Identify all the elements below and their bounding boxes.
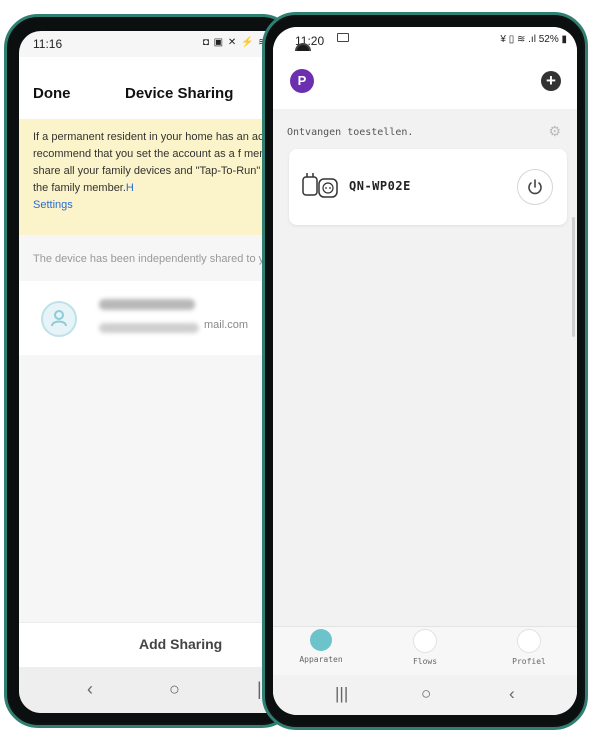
profile-person-icon: [517, 629, 541, 653]
tab-label: Flows: [412, 657, 438, 666]
member-email-suffix: mail.com: [204, 319, 249, 331]
tab-flows[interactable]: Flows: [385, 629, 465, 666]
settings-link[interactable]: Settings: [33, 199, 73, 211]
power-icon: [528, 179, 542, 195]
add-sharing-label: Add Sharing: [139, 636, 223, 652]
left-phone-screen: 11:16 ◘ ▣ ✕ ⚡ ≋ .. Done Device Sharing I…: [19, 31, 281, 713]
back-nav-icon[interactable]: ‹: [509, 684, 515, 704]
banner-text-block: If a permanent resident in your home has…: [33, 129, 281, 214]
device-card[interactable]: QN-WP02E: [289, 149, 567, 225]
page-title: Device Sharing: [125, 85, 234, 102]
status-icons: ¥ ▯ ≋ .ıl 52% ▮: [500, 34, 567, 45]
back-nav-icon[interactable]: ‹: [87, 679, 93, 700]
left-phone-frame: 11:16 ◘ ▣ ✕ ⚡ ≋ .. Done Device Sharing I…: [4, 14, 296, 728]
device-name: QN-WP02E: [349, 179, 411, 193]
smart-plug-icon: [301, 171, 341, 206]
system-nav-bar: ‹ ○ |||: [19, 667, 281, 713]
add-device-button[interactable]: +: [541, 71, 561, 91]
bottom-tab-bar: Apparaten Flows Profiel: [273, 626, 577, 675]
user-avatar-icon: [41, 301, 77, 337]
shared-member-row[interactable]: mail.com: [19, 281, 281, 355]
blurred-member-email: [99, 323, 199, 333]
banner-text: If a permanent resident in your home has…: [33, 131, 281, 194]
devices-grid-icon: [310, 629, 332, 651]
status-bar: 11:16 ◘ ▣ ✕ ⚡ ≋ ..: [19, 31, 281, 57]
right-phone-screen: 11:20 ¥ ▯ ≋ .ıl 52% ▮ P + Ontvangen toes…: [273, 27, 577, 715]
done-button[interactable]: Done: [33, 85, 71, 102]
recents-nav-icon[interactable]: |||: [335, 684, 348, 704]
shared-note: The device has been independently shared…: [33, 253, 265, 265]
tab-label: Profiel: [512, 657, 546, 666]
profile-avatar[interactable]: P: [290, 69, 314, 93]
banner-link-fragment[interactable]: H: [126, 182, 134, 194]
tab-apparaten[interactable]: Apparaten: [281, 629, 361, 664]
tab-profiel[interactable]: Profiel: [489, 629, 569, 666]
app-header: Done Device Sharing: [19, 57, 281, 119]
status-bar: 11:20 ¥ ▯ ≋ .ıl 52% ▮: [273, 27, 577, 51]
family-tip-banner: If a permanent resident in your home has…: [19, 119, 281, 235]
gear-icon[interactable]: ⚙: [548, 123, 561, 140]
received-devices-label: Ontvangen toestellen.: [287, 127, 414, 138]
scrollbar[interactable]: [572, 217, 575, 337]
blurred-member-name: [99, 299, 195, 310]
message-notification-icon: [337, 33, 349, 42]
status-time: 11:16: [33, 37, 63, 51]
tab-label: Apparaten: [299, 655, 343, 664]
app-header: P +: [273, 51, 577, 109]
right-phone-frame: 11:20 ¥ ▯ ≋ .ıl 52% ▮ P + Ontvangen toes…: [262, 12, 588, 730]
add-sharing-button[interactable]: Add Sharing: [19, 622, 281, 667]
home-nav-icon[interactable]: ○: [169, 679, 180, 700]
power-button[interactable]: [517, 169, 553, 205]
home-nav-icon[interactable]: ○: [421, 684, 431, 704]
flows-shuffle-icon: [413, 629, 437, 653]
system-nav-bar: ||| ○ ‹: [273, 675, 577, 715]
